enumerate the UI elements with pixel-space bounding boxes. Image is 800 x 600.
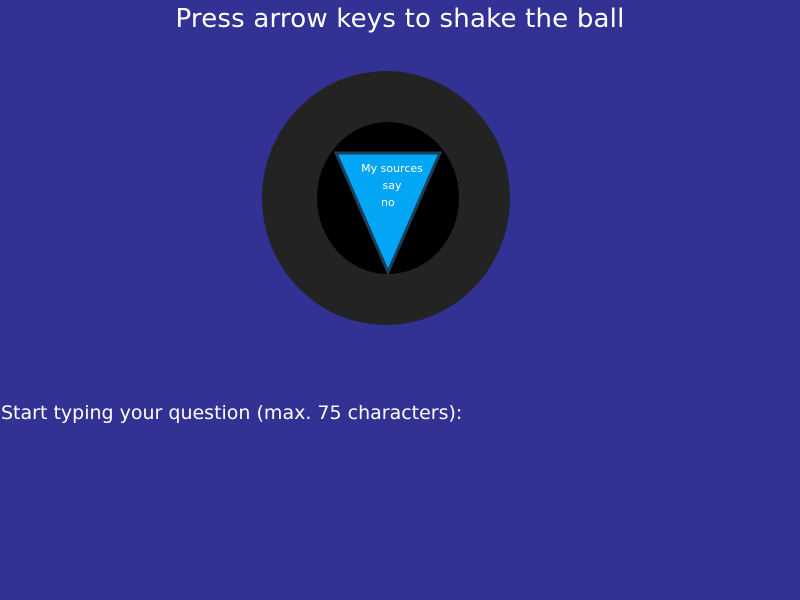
game-stage[interactable]: Press arrow keys to shake the ball My so… <box>0 0 800 600</box>
question-input[interactable] <box>0 430 800 460</box>
question-prompt: Start typing your question (max. 75 char… <box>1 402 463 424</box>
magic-8-ball[interactable] <box>0 0 800 600</box>
answer-text: My sources say no <box>352 160 432 211</box>
answer-line-1: My sources <box>361 162 423 175</box>
answer-line-3: no <box>381 196 395 209</box>
answer-line-2: say <box>382 179 402 192</box>
